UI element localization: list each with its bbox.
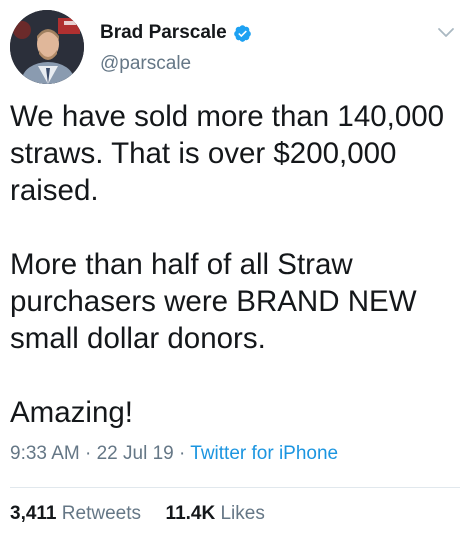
handle[interactable]: @parscale [100, 53, 252, 75]
retweets-label: Retweets [61, 503, 141, 524]
tweet-card: Brad Parscale @parscale We have sold mor… [0, 0, 468, 537]
tweet-line: raised. [10, 174, 99, 207]
display-name[interactable]: Brad Parscale [100, 22, 227, 44]
tweet-paragraph: Amazing! [10, 394, 460, 431]
likes-count: 11.4K [165, 503, 216, 524]
divider [10, 487, 460, 488]
avatar[interactable] [10, 10, 84, 84]
tweet-line: purchasers were BRAND NEW [10, 285, 417, 318]
tweet-text: We have sold more than 140,000 straws. T… [10, 98, 460, 431]
tweet-line: straws. That is over $200,000 [10, 137, 397, 170]
meta-separator: · [179, 443, 186, 464]
tweet-header: Brad Parscale @parscale [8, 8, 460, 84]
name-row: Brad Parscale [100, 20, 252, 46]
tweet-line: We have sold more than 140,000 [10, 100, 445, 133]
tweet-date[interactable]: 22 Jul 19 [97, 443, 174, 464]
tweet-paragraph: We have sold more than 140,000 straws. T… [10, 98, 460, 209]
profile-photo-icon [10, 10, 84, 84]
tweet-paragraph: More than half of all Straw purchasers w… [10, 246, 460, 357]
likes-label: Likes [220, 503, 265, 524]
tweet-metadata: 9:33 AM · 22 Jul 19 · Twitter for iPhone [10, 443, 338, 465]
chevron-down-icon[interactable] [436, 22, 456, 42]
likes-stat[interactable]: 11.4K Likes [166, 503, 265, 524]
tweet-time[interactable]: 9:33 AM [10, 443, 80, 464]
meta-separator: · [85, 443, 92, 464]
tweet-line: Amazing! [10, 396, 133, 429]
tweet-line: More than half of all Straw [10, 248, 353, 281]
retweets-count: 3,411 [10, 503, 57, 524]
tweet-source-link[interactable]: Twitter for iPhone [190, 443, 338, 464]
retweets-stat[interactable]: 3,411 Retweets [10, 503, 146, 524]
tweet-line: small dollar donors. [10, 322, 266, 355]
author-names: Brad Parscale @parscale [100, 20, 252, 75]
engagement-stats: 3,411 Retweets 11.4K Likes [10, 503, 265, 525]
verified-badge-icon [233, 24, 252, 43]
